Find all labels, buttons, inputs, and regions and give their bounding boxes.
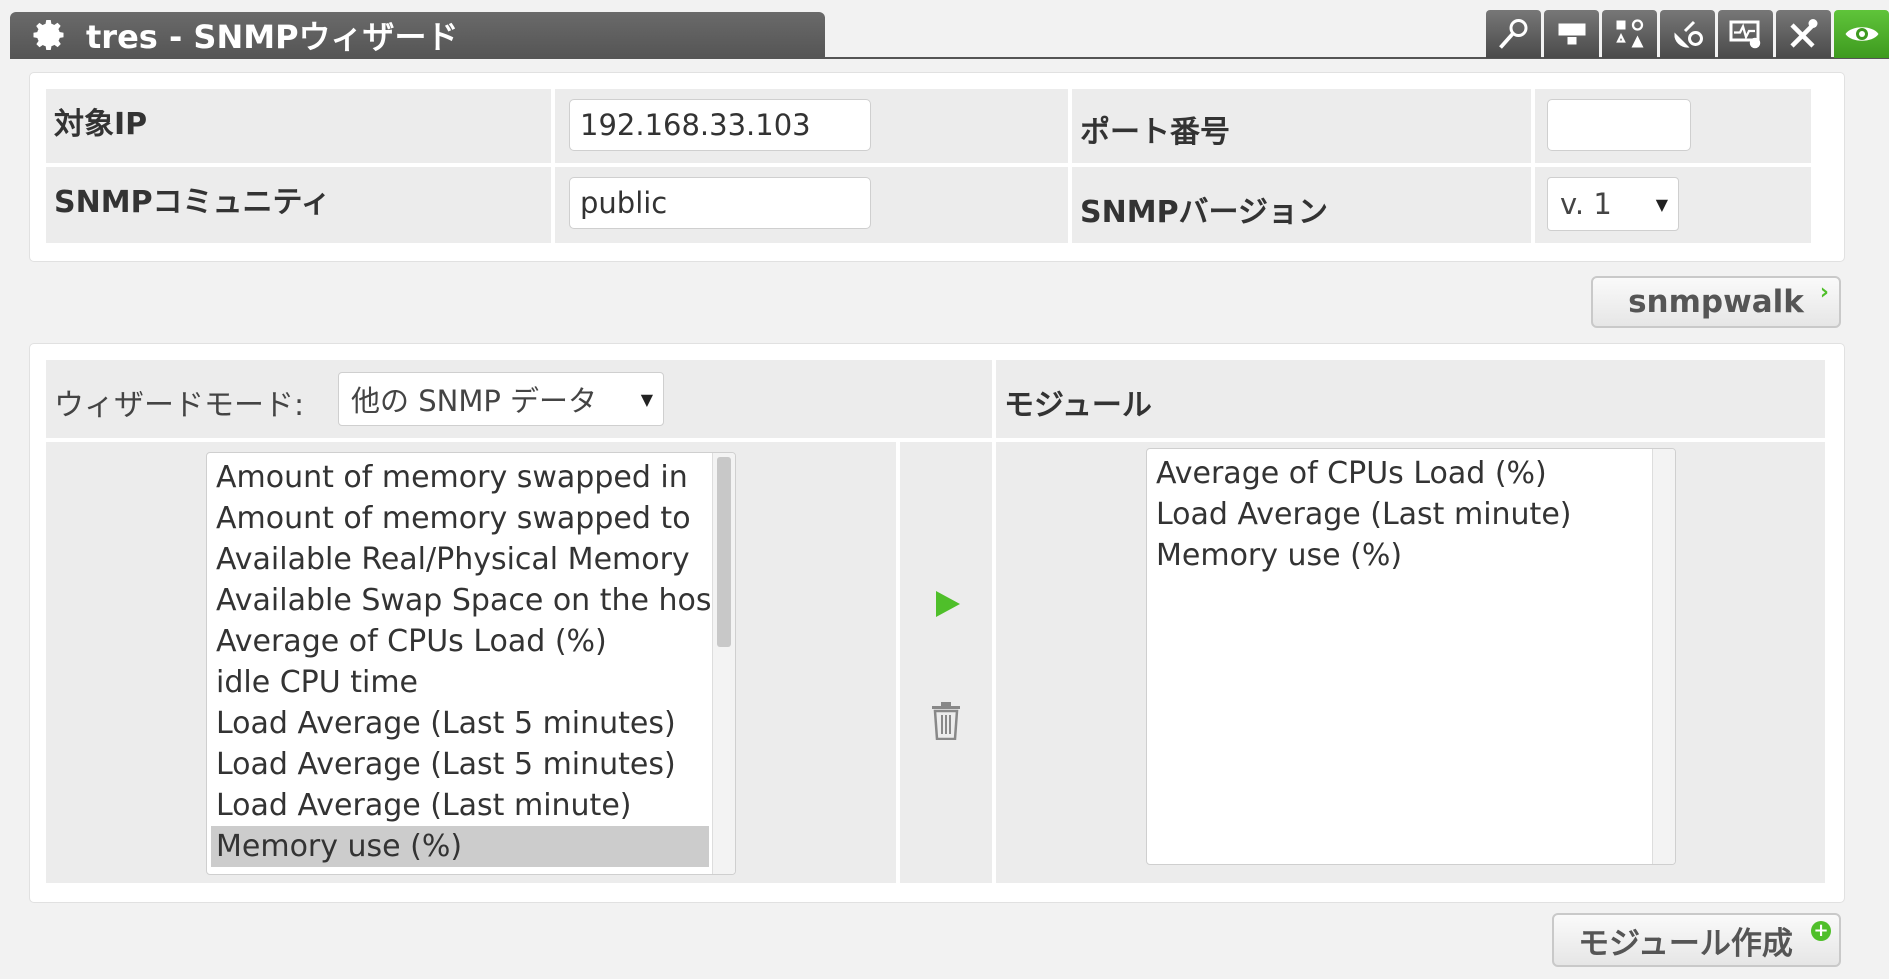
available-items: Amount of memory swapped in Amount of mem… (207, 453, 713, 867)
page-title: tres - SNMPウィザード (86, 18, 459, 56)
module-items: Average of CPUs Load (%) Load Average (La… (1147, 449, 1675, 576)
list-item[interactable]: Memory use (%) (211, 826, 709, 867)
scrollbar[interactable] (712, 453, 735, 874)
wizard-mode-label: ウィザードモード: (54, 388, 305, 423)
snmp-settings-panel: 対象IP 192.168.33.103 ポート番号 SNMPコミュニティ pub… (29, 72, 1845, 262)
eye-icon[interactable] (1834, 10, 1889, 58)
plus-icon: + (1811, 921, 1831, 941)
dropdown-arrow-icon: ▼ (640, 389, 653, 409)
create-module-label: モジュール作成 (1578, 925, 1793, 962)
community-input[interactable]: public (569, 177, 871, 229)
list-item[interactable]: Amount of memory swapped to (207, 498, 713, 539)
list-item[interactable]: Load Average (Last minute) (207, 785, 713, 826)
version-label-cell: SNMPバージョン (1072, 167, 1531, 243)
wizard-mode-select[interactable]: 他の SNMP データ ▼ (338, 372, 664, 426)
snmpwalk-button[interactable]: snmpwalk › (1591, 276, 1841, 328)
community-label: SNMPコミュニティ (54, 185, 331, 220)
monitor-icon[interactable] (1544, 10, 1599, 58)
port-label-cell: ポート番号 (1072, 89, 1531, 163)
network-map-icon[interactable] (1602, 10, 1657, 58)
modules-header-cell: モジュール (996, 360, 1825, 438)
scrollbar-thumb[interactable] (717, 457, 731, 647)
port-input[interactable] (1547, 99, 1691, 151)
magnifier-icon[interactable] (1486, 10, 1541, 58)
list-item[interactable]: Load Average (Last 5 minutes) (207, 703, 713, 744)
list-item[interactable]: Amount of memory swapped in (207, 457, 713, 498)
community-label-cell: SNMPコミュニティ (46, 167, 551, 243)
modules-list-cell: Average of CPUs Load (%) Load Average (La… (996, 442, 1825, 883)
window-title-bar: tres - SNMPウィザード (10, 12, 825, 58)
list-item[interactable]: Load Average (Last 5 minutes) (207, 744, 713, 785)
module-item[interactable]: Load Average (Last minute) (1147, 494, 1675, 535)
actions-cell (900, 442, 992, 883)
version-select[interactable]: v. 1 ▼ (1547, 177, 1679, 231)
list-item[interactable]: Average of CPUs Load (%) (207, 621, 713, 662)
available-list-cell: Amount of memory swapped in Amount of mem… (46, 442, 896, 883)
module-item[interactable]: Memory use (%) (1147, 535, 1675, 576)
community-input-cell: public (555, 167, 1068, 243)
agent-config-icon[interactable] (1718, 10, 1773, 58)
tools-icon[interactable] (1776, 10, 1831, 58)
wizard-mode-value: 他の SNMP データ (351, 384, 598, 418)
port-label: ポート番号 (1080, 115, 1230, 150)
snmpwalk-label: snmpwalk (1628, 284, 1804, 320)
toolbar (1486, 10, 1889, 58)
add-arrow-icon[interactable] (934, 589, 962, 619)
port-input-cell (1535, 89, 1811, 163)
version-select-cell: v. 1 ▼ (1535, 167, 1811, 243)
list-item[interactable]: Available Real/Physical Memory (207, 539, 713, 580)
version-label: SNMPバージョン (1080, 195, 1328, 230)
dropdown-arrow-icon: ▼ (1655, 194, 1668, 214)
list-item[interactable]: Available Swap Space on the host (207, 580, 713, 621)
list-item[interactable]: idle CPU time (207, 662, 713, 703)
wizard-panel: ウィザードモード: 他の SNMP データ ▼ モジュール Amount of … (29, 343, 1845, 903)
target-ip-label-cell: 対象IP (46, 89, 551, 163)
module-item[interactable]: Average of CPUs Load (%) (1147, 453, 1675, 494)
modules-header: モジュール (1004, 388, 1152, 423)
satellite-icon[interactable] (1660, 10, 1715, 58)
create-module-button[interactable]: モジュール作成 + (1552, 913, 1841, 967)
wizard-mode-cell: ウィザードモード: 他の SNMP データ ▼ (46, 360, 992, 438)
target-ip-label: 対象IP (54, 107, 148, 142)
target-ip-input-cell: 192.168.33.103 (555, 89, 1068, 163)
modules-list[interactable]: Average of CPUs Load (%) Load Average (La… (1146, 448, 1676, 865)
target-ip-input[interactable]: 192.168.33.103 (569, 99, 871, 151)
trash-icon[interactable] (930, 702, 962, 740)
gear-icon (33, 20, 64, 50)
version-select-value: v. 1 (1560, 187, 1612, 221)
available-snmp-list[interactable]: Amount of memory swapped in Amount of mem… (206, 452, 736, 875)
chevron-right-icon: › (1819, 280, 1829, 305)
modules-scrollbar[interactable] (1652, 449, 1675, 864)
